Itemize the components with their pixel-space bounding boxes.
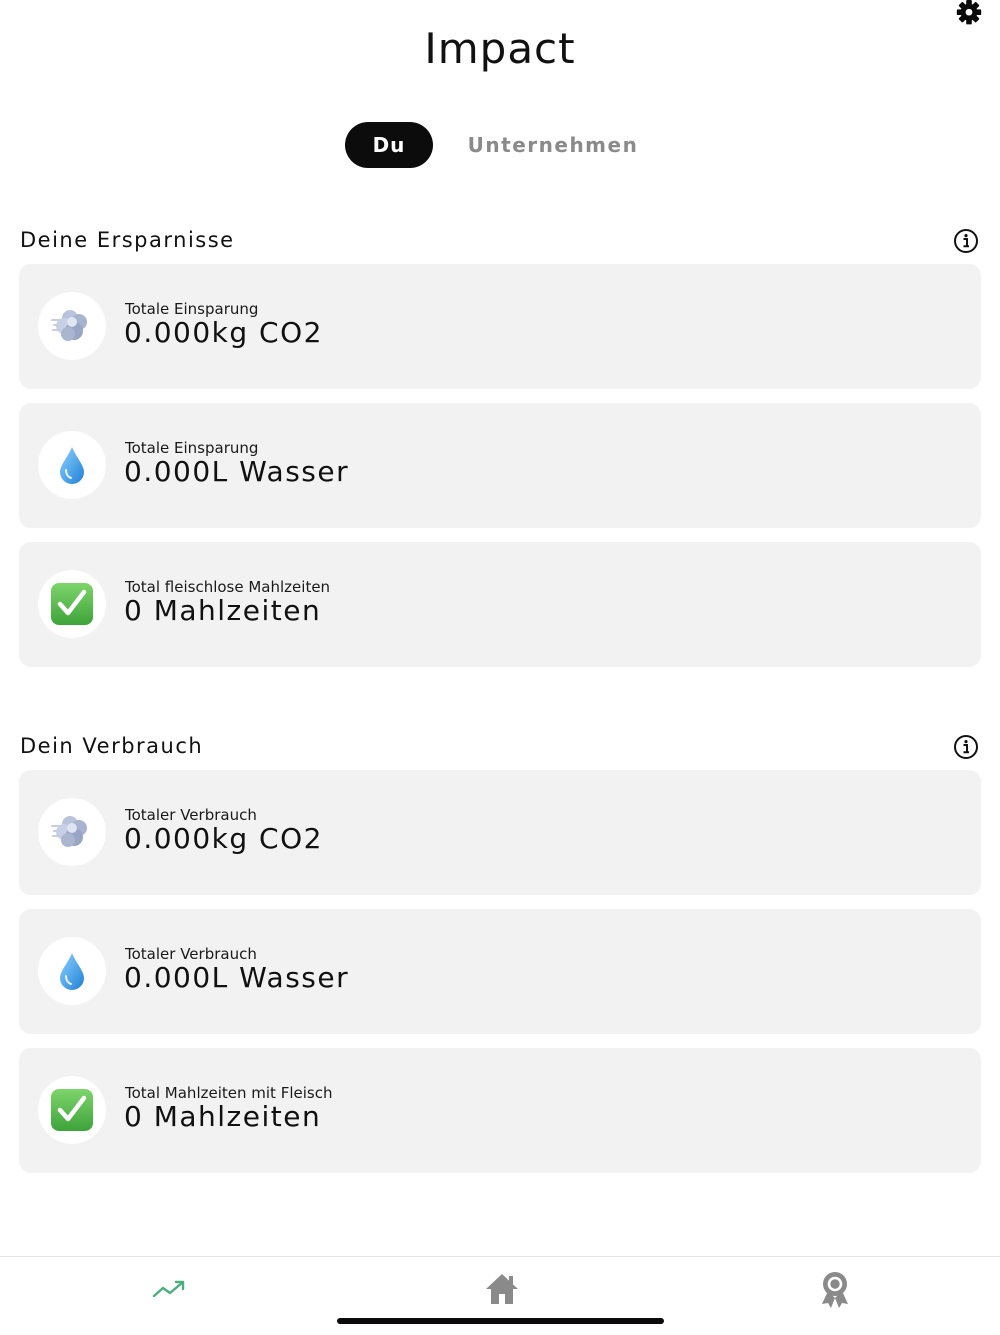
icon-container <box>38 431 106 499</box>
card-value: 0.000kg CO2 <box>124 822 323 855</box>
icon-container <box>38 570 106 638</box>
consumption-water-card: Totaler Verbrauch 0.000L Wasser <box>19 909 981 1034</box>
cloud-icon <box>51 310 87 341</box>
consumption-meals-card: Total Mahlzeiten mit Fleisch 0 Mahlzeite… <box>19 1048 981 1173</box>
trend-icon[interactable] <box>152 1277 186 1301</box>
card-value: 0 Mahlzeiten <box>124 594 322 627</box>
water-drop-icon <box>60 447 84 484</box>
home-icon[interactable] <box>484 1271 520 1307</box>
page-title: Impact <box>424 24 576 73</box>
savings-section-title: Deine Ersparnisse <box>20 228 235 252</box>
cloud-icon <box>51 816 87 847</box>
card-value: 0.000L Wasser <box>124 961 350 994</box>
tab-du[interactable]: Du <box>345 122 433 168</box>
savings-co2-card: Totale Einsparung 0.000kg CO2 <box>19 264 981 389</box>
check-mark-icon <box>51 583 93 625</box>
icon-container <box>38 292 106 360</box>
icon-container <box>38 798 106 866</box>
savings-water-card: Totale Einsparung 0.000L Wasser <box>19 403 981 528</box>
tab-unternehmen[interactable]: Unternehmen <box>468 122 637 168</box>
savings-meals-card: Total fleischlose Mahlzeiten 0 Mahlzeite… <box>19 542 981 667</box>
icon-container <box>38 1076 106 1144</box>
savings-info-icon[interactable] <box>953 228 979 254</box>
card-value: 0 Mahlzeiten <box>124 1100 322 1133</box>
home-indicator[interactable] <box>337 1318 664 1324</box>
consumption-section-title: Dein Verbrauch <box>20 734 204 758</box>
card-value: 0.000kg CO2 <box>124 316 323 349</box>
consumption-info-icon[interactable] <box>953 734 979 760</box>
card-value: 0.000L Wasser <box>124 455 350 488</box>
consumption-co2-card: Totaler Verbrauch 0.000kg CO2 <box>19 770 981 895</box>
award-icon[interactable] <box>818 1271 852 1309</box>
icon-container <box>38 937 106 1005</box>
water-drop-icon <box>60 953 84 990</box>
check-mark-icon <box>51 1089 93 1131</box>
